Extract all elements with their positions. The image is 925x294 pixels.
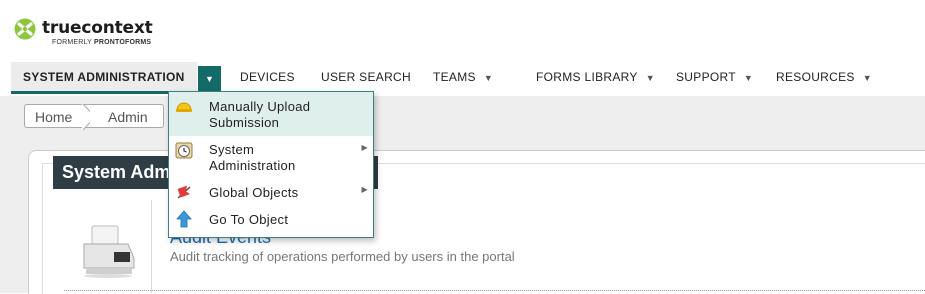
nav-label: SUPPORT <box>676 70 736 84</box>
nav-label: FORMS LIBRARY <box>536 70 638 84</box>
menu-item-go-to-object[interactable]: Go To Object <box>169 206 373 234</box>
menu-item-manually-upload-submission[interactable]: Manually Upload Submission <box>169 92 373 136</box>
caret-down-icon: ▼ <box>205 74 214 84</box>
clock-icon <box>175 142 193 159</box>
caret-down-icon: ▼ <box>862 72 872 83</box>
nav-resources[interactable]: RESOURCES ▼ <box>776 62 872 92</box>
printer-icon[interactable] <box>78 222 138 278</box>
brand-tagline: FORMERLY PRONTOFORMS <box>52 39 152 46</box>
breadcrumb-home[interactable]: Home <box>24 104 90 128</box>
nav-system-administration[interactable]: SYSTEM ADMINISTRATION <box>11 62 197 94</box>
caret-down-icon: ▼ <box>483 72 494 83</box>
caret-down-icon: ▼ <box>743 72 754 83</box>
nav-forms-library[interactable]: FORMS LIBRARY ▼ <box>536 62 655 92</box>
submenu-arrow-icon: ▶ <box>361 185 368 194</box>
menu-item-label: Global Objects <box>209 185 299 200</box>
menu-item-label: System Administration <box>209 142 296 173</box>
flag-icon <box>177 185 191 199</box>
menu-item-label: Go To Object <box>209 212 289 227</box>
nav-support[interactable]: SUPPORT ▼ <box>676 62 753 92</box>
up-arrow-icon <box>176 210 192 228</box>
nav-label: DEVICES <box>240 70 295 84</box>
main-nav: SYSTEM ADMINISTRATION ▼ DEVICES USER SEA… <box>0 62 925 96</box>
nav-label: USER SEARCH <box>321 70 411 84</box>
breadcrumb-label: Home <box>35 109 73 125</box>
menu-item-system-administration[interactable]: System Administration ▶ <box>169 136 373 178</box>
menu-item-label: Manually Upload Submission <box>209 99 311 130</box>
system-administration-dropdown-button[interactable]: ▼ <box>198 66 221 92</box>
system-administration-menu: Manually Upload Submission System Administ… <box>168 91 374 238</box>
nav-devices[interactable]: DEVICES <box>240 62 295 92</box>
caret-down-icon: ▼ <box>645 72 655 83</box>
divider <box>151 200 152 293</box>
nav-label: RESOURCES <box>776 70 855 84</box>
nav-label: TEAMS <box>433 70 476 84</box>
breadcrumb-admin[interactable]: Admin <box>90 104 164 128</box>
dotted-separator <box>64 290 925 291</box>
truecontext-logo-icon <box>14 18 36 40</box>
nav-teams[interactable]: TEAMS ▼ <box>433 62 493 92</box>
breadcrumb-label: Admin <box>108 109 148 125</box>
audit-events-description: Audit tracking of operations performed b… <box>170 249 515 264</box>
header: truecontext FORMERLY PRONTOFORMS <box>0 0 925 62</box>
nav-label: SYSTEM ADMINISTRATION <box>23 70 185 84</box>
nav-user-search[interactable]: USER SEARCH <box>321 62 411 92</box>
menu-item-global-objects[interactable]: Global Objects ▶ <box>169 178 373 206</box>
submenu-arrow-icon: ▶ <box>361 143 368 152</box>
hard-hat-icon <box>176 102 192 112</box>
brand-name: truecontext <box>42 18 153 38</box>
